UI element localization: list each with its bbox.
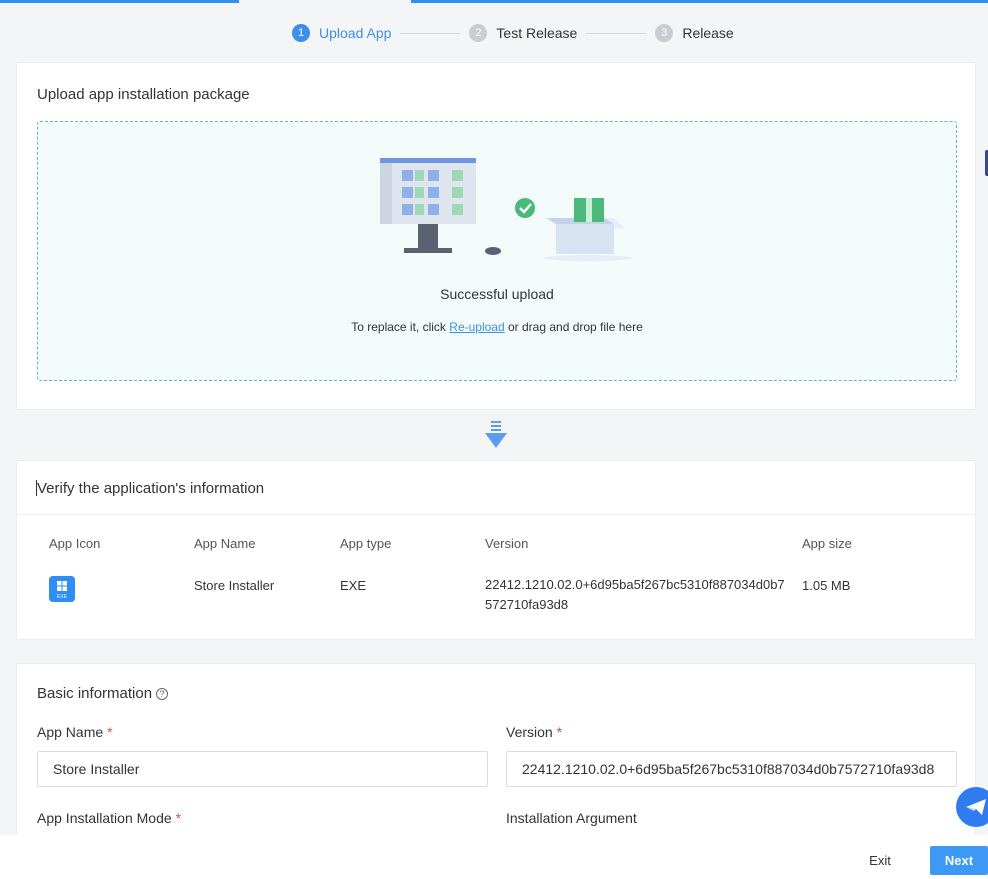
- cell-app-size: 1.05 MB: [802, 578, 851, 593]
- install-mode-label: App Installation Mode *: [37, 810, 181, 826]
- col-version: Version: [485, 536, 529, 551]
- col-app-name: App Name: [194, 536, 256, 551]
- help-icon[interactable]: ?: [156, 688, 169, 700]
- step-number: 1: [292, 24, 310, 42]
- send-icon: [966, 799, 986, 815]
- step-upload-app: 1 Upload App: [292, 24, 391, 42]
- version-input[interactable]: 22412.1210.02.0+6d95ba5f267bc5310f887034…: [506, 751, 957, 787]
- step-release: 3 Release: [655, 24, 734, 42]
- next-button[interactable]: Next: [930, 846, 988, 875]
- col-app-size: App size: [802, 536, 852, 551]
- install-mode-label-text: App Installation Mode: [37, 810, 172, 826]
- app-name-label-text: App Name: [37, 724, 104, 740]
- step-connector: [586, 32, 647, 34]
- exe-icon-label: EXE: [57, 594, 68, 600]
- col-app-icon: App Icon: [49, 536, 101, 551]
- step-label: Release: [682, 25, 734, 41]
- upload-success-text: Successful upload: [440, 286, 554, 302]
- replace-suffix: or drag and drop file here: [504, 320, 643, 334]
- required-mark: *: [175, 810, 182, 826]
- exit-button[interactable]: Exit: [858, 846, 902, 874]
- step-number: 3: [655, 24, 674, 42]
- windows-exe-icon: EXE: [49, 576, 75, 602]
- required-mark: *: [556, 724, 563, 740]
- app-name-input[interactable]: Store Installer: [37, 751, 488, 787]
- cell-app-name: Store Installer: [194, 578, 275, 593]
- top-progress-gap: [239, 0, 411, 3]
- arrow-down-icon: [485, 421, 507, 448]
- required-mark: *: [107, 724, 113, 740]
- cell-app-type: EXE: [340, 578, 367, 593]
- divider: [17, 514, 975, 515]
- app-name-label: App Name *: [37, 724, 113, 740]
- step-label: Test Release: [496, 25, 578, 41]
- step-label: Upload App: [319, 25, 392, 41]
- cell-version: 22412.1210.02.0+6d95ba5f267bc5310f887034…: [485, 577, 785, 612]
- replace-hint: To replace it, click Re-upload or drag a…: [38, 320, 956, 334]
- install-arg-label: Installation Argument: [506, 810, 637, 826]
- step-number: 2: [469, 24, 488, 42]
- replace-prefix: To replace it, click: [351, 320, 450, 334]
- reupload-link[interactable]: Re-upload: [449, 320, 504, 334]
- upload-dropzone[interactable]: Successful upload To replace it, click R…: [37, 121, 957, 381]
- step-connector: [400, 32, 461, 34]
- step-test-release: 2 Test Release: [469, 24, 577, 42]
- footer-bar: [0, 835, 988, 879]
- top-progress-bar: [0, 0, 988, 3]
- upload-success-illustration: [380, 158, 632, 261]
- basic-info-title: Basic information?: [37, 685, 169, 702]
- col-app-type: App type: [340, 536, 392, 551]
- version-label-text: Version: [506, 724, 553, 740]
- upload-title: Upload app installation package: [37, 86, 250, 103]
- version-label: Version *: [506, 724, 562, 740]
- basic-info-card: Basic information? App Name * Store Insta…: [16, 663, 976, 863]
- feedback-float-button[interactable]: [956, 787, 988, 827]
- stepper: 1 Upload App 2 Test Release 3 Release: [292, 22, 734, 44]
- upload-card: Upload app installation package Successf…: [16, 62, 976, 410]
- verify-card: Verify the application's information App…: [16, 460, 976, 640]
- verify-title: Verify the application's information: [37, 480, 265, 497]
- basic-title-text: Basic information: [37, 685, 153, 702]
